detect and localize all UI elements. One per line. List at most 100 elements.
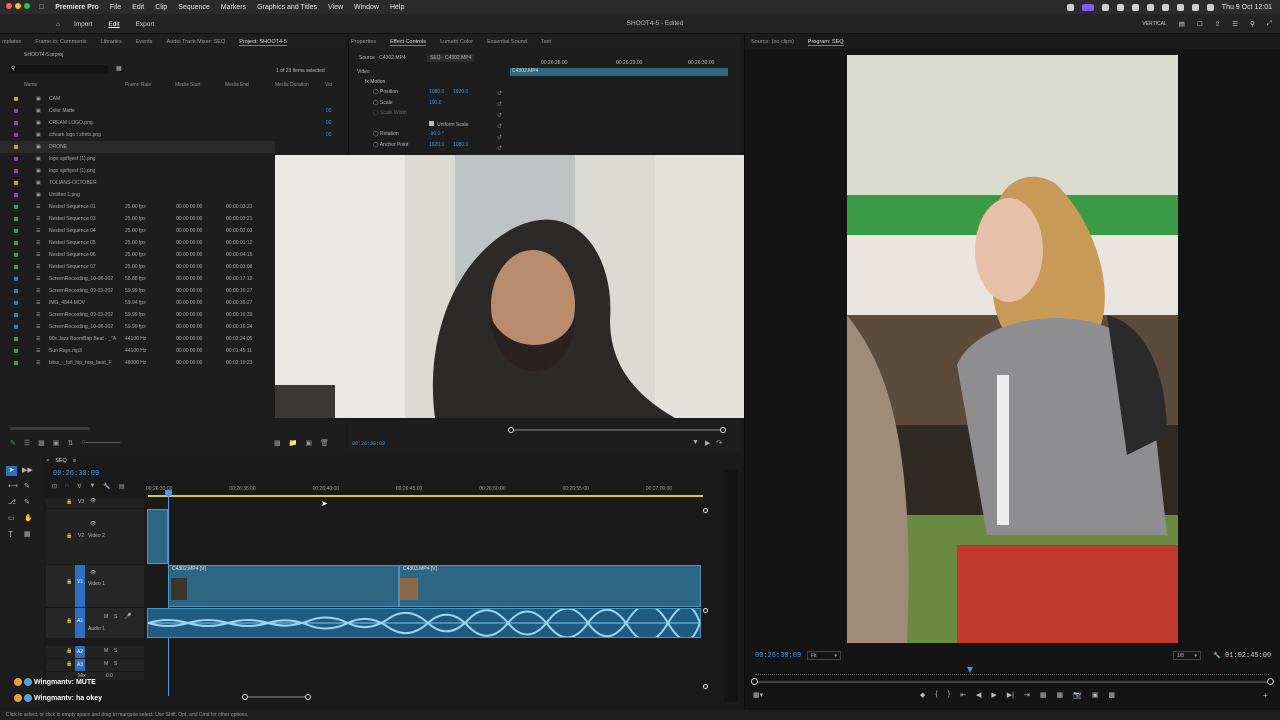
add-button[interactable]: + [1263,691,1268,700]
solo-button[interactable]: S [114,661,117,667]
status-icon[interactable] [1116,3,1124,11]
fullscreen-icon[interactable]: ⤢ [1267,20,1272,28]
play-icon[interactable]: ▶ [991,691,996,699]
scroll-end-handle[interactable] [1267,678,1274,685]
export-frame-icon[interactable]: 📷 [1073,691,1082,699]
scale-value[interactable]: 100.0 [429,100,442,106]
label-color-swatch[interactable] [14,349,18,353]
menu-icon[interactable]: ☰ [1232,20,1238,28]
go-to-out-icon[interactable]: ⇥ [1024,691,1030,699]
mic-icon[interactable]: 🎤 [124,613,131,620]
scrub-end-handle[interactable] [720,427,726,433]
zoom-slider[interactable]: ○————— [81,439,120,447]
project-item[interactable]: ☰ Sun Rays.mp3 44100 Hz 00:00:00:00 00:01:45… [0,345,275,357]
source-clip-label[interactable]: Source · C4302.MP4 [359,55,406,61]
project-item[interactable]: ▣ Color Matte 00 [0,105,332,117]
trash-icon[interactable]: 🗑 [320,439,329,447]
marker-icon[interactable]: ◆ [920,691,925,699]
insert-icon[interactable]: ▦▾ [753,691,763,699]
label-color-swatch[interactable] [14,145,18,149]
search-icon[interactable]: ⚲ [1250,20,1255,28]
nest-icon[interactable]: ⊡ [52,483,57,490]
label-color-swatch[interactable] [14,133,18,137]
linked-icon[interactable]: ∀ [77,483,81,490]
project-item[interactable]: ☰ ScreenRecording_10-08-202 58.88 fps 00:00… [0,273,275,285]
label-color-swatch[interactable] [14,193,18,197]
effect-clip-bar[interactable]: C4302.MP4 [510,68,728,76]
project-item[interactable]: ☰ ScreenRecording_09-03-202 59.99 fps 00:00… [0,285,275,297]
menu-edit[interactable]: Edit [132,4,144,11]
label-color-swatch[interactable] [14,217,18,221]
work-area-bar[interactable] [148,495,703,497]
stopwatch-icon[interactable]: ◯ [373,89,380,95]
col-video[interactable]: Vid [325,82,332,88]
label-color-swatch[interactable] [14,301,18,305]
pen-tool-icon[interactable]: ✎ [24,482,30,490]
track-id[interactable]: V2 [78,533,84,539]
caption-tool-icon[interactable]: ▦ [24,530,31,538]
type-tool-icon[interactable]: T [8,530,13,539]
scroll-handle[interactable] [703,608,708,613]
anchor-x[interactable]: 1920.0 [429,142,444,148]
rectangle-tool-icon[interactable]: ▭ [8,514,15,522]
sequence-clip-label[interactable]: SEQ · C4302.MP4 [427,54,475,62]
icon-view-icon[interactable]: ▦ [38,439,45,447]
project-item[interactable]: ▣ logo ajsfhjesf (1).png [0,165,275,177]
col-frame-rate[interactable]: Frame Rate [125,82,151,88]
project-item[interactable]: ☰ ScreenRecording_09-03-202 59.99 fps 00:00… [0,309,275,321]
project-item[interactable]: ▣ TOLIANS-OCTOBER [0,177,275,189]
menu-graphics[interactable]: Graphics and Titles [257,4,317,11]
menu-view[interactable]: View [328,4,343,11]
timeline-timecode[interactable]: 00:26:30:09 [53,470,99,478]
tab-libraries[interactable]: Libraries [101,39,122,45]
export-icon[interactable]: ↷ [716,439,722,447]
program-video-frame[interactable] [847,55,1178,643]
label-color-swatch[interactable] [14,181,18,185]
project-search-input[interactable]: ⚲ [8,65,108,74]
project-item[interactable]: ☰ ScreenRecording_10-08-202 59.99 fps 00:00… [0,321,275,333]
automate-icon[interactable]: ▩ [274,439,281,447]
track-id[interactable]: A1 [75,608,85,638]
tab-events[interactable]: Events [136,39,153,45]
pencil-icon[interactable]: ✎ [10,439,16,447]
step-forward-icon[interactable]: ▶| [1007,691,1014,699]
ripple-tool-icon[interactable]: ⟷ [8,482,18,490]
hand-tool-icon[interactable]: ✋ [24,514,33,522]
list-view-icon[interactable]: ☰ [24,439,30,447]
tab-effect-controls[interactable]: Effect Controls [390,39,427,46]
project-item[interactable]: ▣ crfeam logo t shirts.png 00 [0,129,332,141]
workspace-label[interactable]: VERTICAL [1142,21,1166,27]
sort-icon[interactable]: ⇅ [67,439,73,447]
col-media-start[interactable]: Media Start [175,82,201,88]
search-icon[interactable] [1191,3,1199,11]
label-color-swatch[interactable] [14,121,18,125]
compare-icon[interactable]: ▣ [1092,691,1099,699]
label-color-swatch[interactable] [14,157,18,161]
tab-audio-mixer[interactable]: Audio Track Mixer: SEQ [167,39,226,45]
program-scrollbar[interactable] [754,681,1270,683]
step-back-icon[interactable]: ◀ [976,691,981,699]
tab-project[interactable]: Project: SHOOT4-5 [239,39,287,46]
eye-icon[interactable]: 👁 [90,570,96,576]
label-color-swatch[interactable] [14,169,18,173]
label-color-swatch[interactable] [14,325,18,329]
window-icon[interactable]: ☐ [1197,20,1203,28]
lock-icon[interactable]: 🔒 [66,618,72,624]
folder-icon[interactable]: 📁 [289,439,298,447]
freeform-view-icon[interactable]: ▣ [53,439,60,447]
video-clip[interactable]: C4303.MP4 [V] [399,565,701,607]
label-color-swatch[interactable] [14,229,18,233]
scroll-start-handle[interactable] [242,694,248,700]
marker-icon[interactable]: ▼ [89,483,95,490]
scrollbar[interactable] [10,427,90,430]
project-item[interactable]: ☰ Nested Sequence 05 25.00 fps 00:00:00:00 0… [0,237,275,249]
project-item[interactable]: ▣ DRONE [0,141,275,153]
track-select-tool-icon[interactable]: ▶▶ [22,466,33,474]
tab-source[interactable]: Source: (no clips) [751,39,794,45]
rotation-value[interactable]: -90.0 ° [429,131,444,137]
zoom-select[interactable]: Fit ▾ [807,651,841,660]
label-color-swatch[interactable] [14,265,18,269]
menu-file[interactable]: File [110,4,121,11]
label-color-swatch[interactable] [14,277,18,281]
solo-button[interactable]: S [114,648,117,654]
